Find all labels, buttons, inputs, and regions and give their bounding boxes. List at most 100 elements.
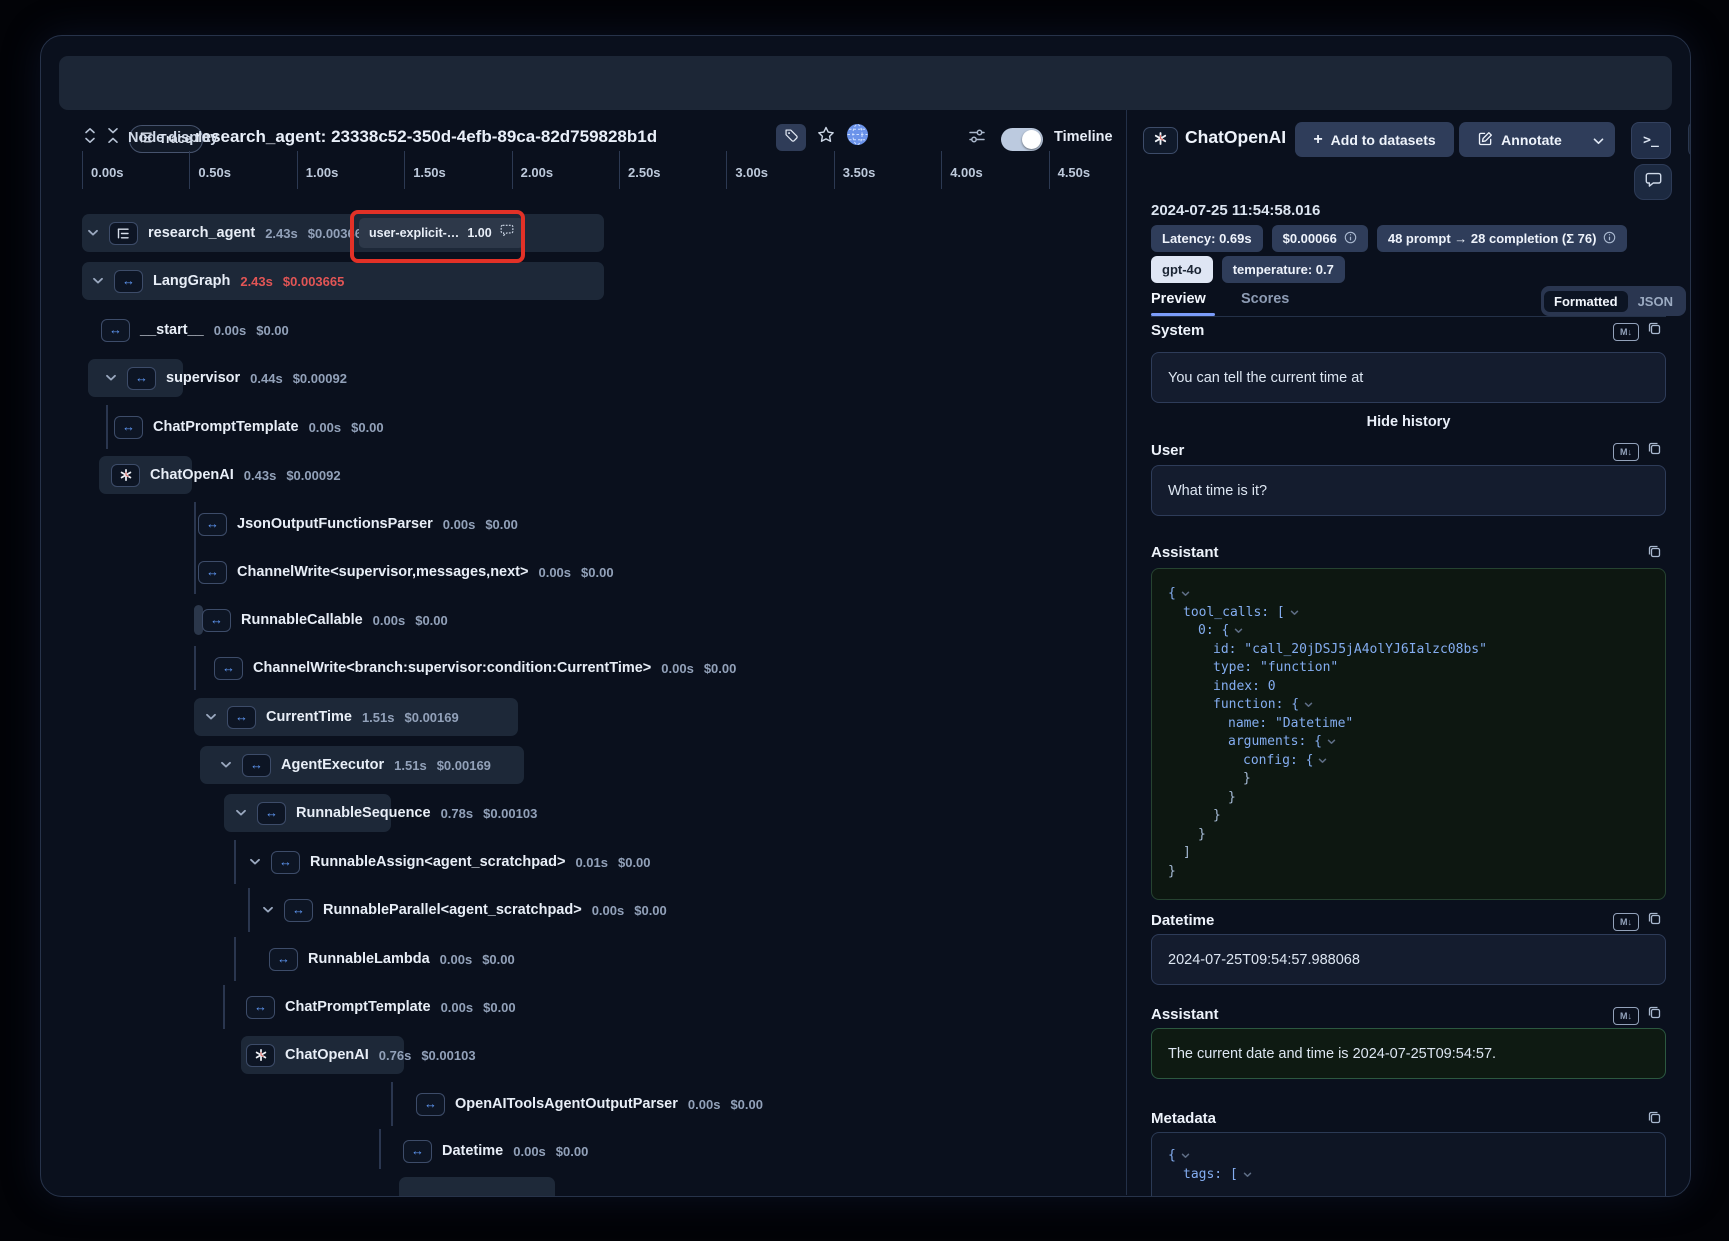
tree-row[interactable]: ↔__start__0.00s$0.00	[101, 313, 289, 347]
tree-row[interactable]: ↔ChatPromptTemplate0.00s$0.00	[114, 410, 384, 444]
chevron-down-icon[interactable]	[91, 277, 104, 285]
collapse-chevron-icon[interactable]	[1181, 1147, 1190, 1166]
copy-button[interactable]	[1645, 1111, 1663, 1129]
tree-row[interactable]: ↔OpenAIToolsAgentOutputParser0.00s$0.00	[416, 1087, 763, 1121]
tree-row[interactable]: research_agent2.43s$0.003665	[86, 216, 369, 250]
markdown-icon[interactable]: M↓	[1613, 323, 1639, 341]
runnable-icon: ↔	[198, 513, 227, 536]
node-label: RunnableParallel<agent_scratchpad>	[323, 902, 582, 918]
timeline-tick-label: 1.50s	[413, 165, 446, 180]
cost-badge[interactable]: $0.00066	[1272, 225, 1368, 252]
markdown-icon[interactable]: M↓	[1613, 1007, 1639, 1025]
node-cost: $0.003665	[283, 274, 344, 289]
node-label: ChannelWrite<supervisor,messages,next>	[237, 564, 528, 580]
temperature-badge: temperature: 0.7	[1222, 256, 1345, 283]
tree-row[interactable]: ↔RunnableParallel<agent_scratchpad>0.00s…	[261, 893, 667, 927]
annotate-button[interactable]: Annotate	[1459, 122, 1582, 157]
avatar-globe[interactable]	[845, 125, 869, 149]
node-label: supervisor	[166, 370, 240, 386]
tree-row[interactable]: ↔RunnableAssign<agent_scratchpad>0.01s$0…	[248, 845, 651, 879]
system-message-box: You can tell the current time at	[1151, 352, 1666, 403]
code-text: }	[1198, 826, 1206, 845]
timeline-tick-label: 2.50s	[628, 165, 661, 180]
markdown-icon[interactable]: M↓	[1613, 913, 1639, 931]
code-line: }	[1168, 770, 1665, 789]
node-label: __start__	[140, 322, 204, 338]
chevron-down-icon[interactable]	[219, 761, 232, 769]
copy-button[interactable]	[1645, 322, 1663, 340]
tree-row[interactable]: ↔RunnableSequence0.78s$0.00103	[234, 796, 537, 830]
tree-row[interactable]: ↔JsonOutputFunctionsParser0.00s$0.00	[198, 507, 518, 541]
tokens-badge[interactable]: 48 prompt → 28 completion (Σ 76)	[1377, 225, 1628, 252]
timeline-toggle[interactable]	[1001, 128, 1043, 151]
tree-row[interactable]: ChatOpenAI0.76s$0.00103	[246, 1038, 476, 1072]
tree-row[interactable]: ↔supervisor0.44s$0.00092	[104, 361, 347, 395]
node-cost: $0.00169	[405, 710, 459, 725]
tab-scores[interactable]: Scores	[1241, 291, 1289, 307]
collapse-rows-button[interactable]	[104, 129, 122, 147]
code-text: }	[1243, 770, 1251, 789]
collapse-chevron-icon[interactable]	[1234, 622, 1243, 641]
tree-row[interactable]: ↔AgentExecutor1.51s$0.00169	[219, 748, 491, 782]
feedback-score-badge[interactable]: user-explicit-…1.00	[359, 218, 524, 248]
copy-button[interactable]	[1645, 912, 1663, 930]
collapse-chevron-icon[interactable]	[1181, 585, 1190, 604]
terminal-prompt-icon: >_	[1643, 133, 1659, 148]
tree-row[interactable]: ↔ChannelWrite<supervisor,messages,next>0…	[198, 555, 614, 589]
chevron-down-icon[interactable]	[234, 809, 247, 817]
timeline-tick	[404, 151, 405, 189]
tag-icon	[784, 128, 799, 148]
copy-icon	[1647, 321, 1662, 341]
runnable-icon: ↔	[257, 802, 286, 825]
tree-row[interactable]: ChatOpenAI0.43s$0.00092	[111, 458, 341, 492]
tree-row[interactable]: ↔RunnableCallable0.00s$0.00	[202, 603, 448, 637]
hide-history-button[interactable]: Hide history	[1151, 414, 1666, 430]
copy-button[interactable]	[1645, 442, 1663, 460]
expand-vertical-icon	[83, 127, 97, 149]
format-toggle-json[interactable]: JSON	[1628, 291, 1683, 312]
copy-icon	[1647, 1005, 1662, 1025]
node-cost: $0.00	[556, 1144, 589, 1159]
tree-row[interactable]: ↔LangGraph2.43s$0.003665	[91, 264, 344, 298]
collapse-chevron-icon[interactable]	[1290, 604, 1299, 623]
expand-rows-button[interactable]	[81, 129, 99, 147]
code-line: ]	[1168, 844, 1665, 863]
star-icon	[816, 125, 836, 150]
markdown-icon[interactable]: M↓	[1613, 443, 1639, 461]
chevron-down-icon[interactable]	[248, 858, 261, 866]
tree-row[interactable]: ↔Datetime0.00s$0.00	[403, 1134, 588, 1168]
chevron-down-icon[interactable]	[86, 229, 99, 237]
open-in-playground-button[interactable]: >_	[1631, 122, 1671, 159]
annotate-dropdown-button[interactable]	[1581, 122, 1615, 157]
star-button[interactable]	[813, 124, 839, 150]
code-text: tags: [	[1183, 1166, 1238, 1185]
collapse-chevron-icon[interactable]	[1318, 752, 1327, 771]
collapse-chevron-icon[interactable]	[1243, 1166, 1252, 1185]
display-settings-button[interactable]	[967, 128, 987, 148]
info-icon	[1603, 231, 1616, 247]
collapse-chevron-icon[interactable]	[1304, 696, 1313, 715]
copy-icon	[1647, 544, 1662, 564]
tree-row[interactable]: ↔ChannelWrite<branch:supervisor:conditio…	[214, 651, 736, 685]
collapse-chevron-icon[interactable]	[1327, 733, 1336, 752]
tag-button[interactable]	[776, 124, 806, 151]
clipped-row-bar	[399, 1177, 555, 1196]
tab-preview[interactable]: Preview	[1151, 291, 1206, 307]
copy-button[interactable]	[1645, 545, 1663, 563]
node-duration: 0.00s	[440, 952, 473, 967]
add-to-datasets-button[interactable]: + Add to datasets	[1295, 122, 1454, 157]
tree-row[interactable]: ↔ChatPromptTemplate0.00s$0.00	[246, 990, 516, 1024]
chevron-down-icon[interactable]	[104, 374, 117, 382]
feedback-label: user-explicit-…	[369, 226, 459, 240]
chevron-down-icon[interactable]	[204, 713, 217, 721]
format-toggle-formatted[interactable]: Formatted	[1544, 291, 1628, 312]
delete-trace-button[interactable]	[1688, 120, 1691, 158]
copy-button[interactable]	[1645, 1006, 1663, 1024]
tree-row[interactable]: ↔RunnableLambda0.00s$0.00	[269, 942, 515, 976]
chevron-down-icon[interactable]	[261, 906, 274, 914]
code-text: {	[1168, 585, 1176, 604]
node-display-label: Node display	[128, 130, 218, 146]
comment-button[interactable]	[1634, 164, 1672, 200]
tree-row[interactable]: ↔CurrentTime1.51s$0.00169	[204, 700, 459, 734]
node-label: research_agent	[148, 225, 255, 241]
